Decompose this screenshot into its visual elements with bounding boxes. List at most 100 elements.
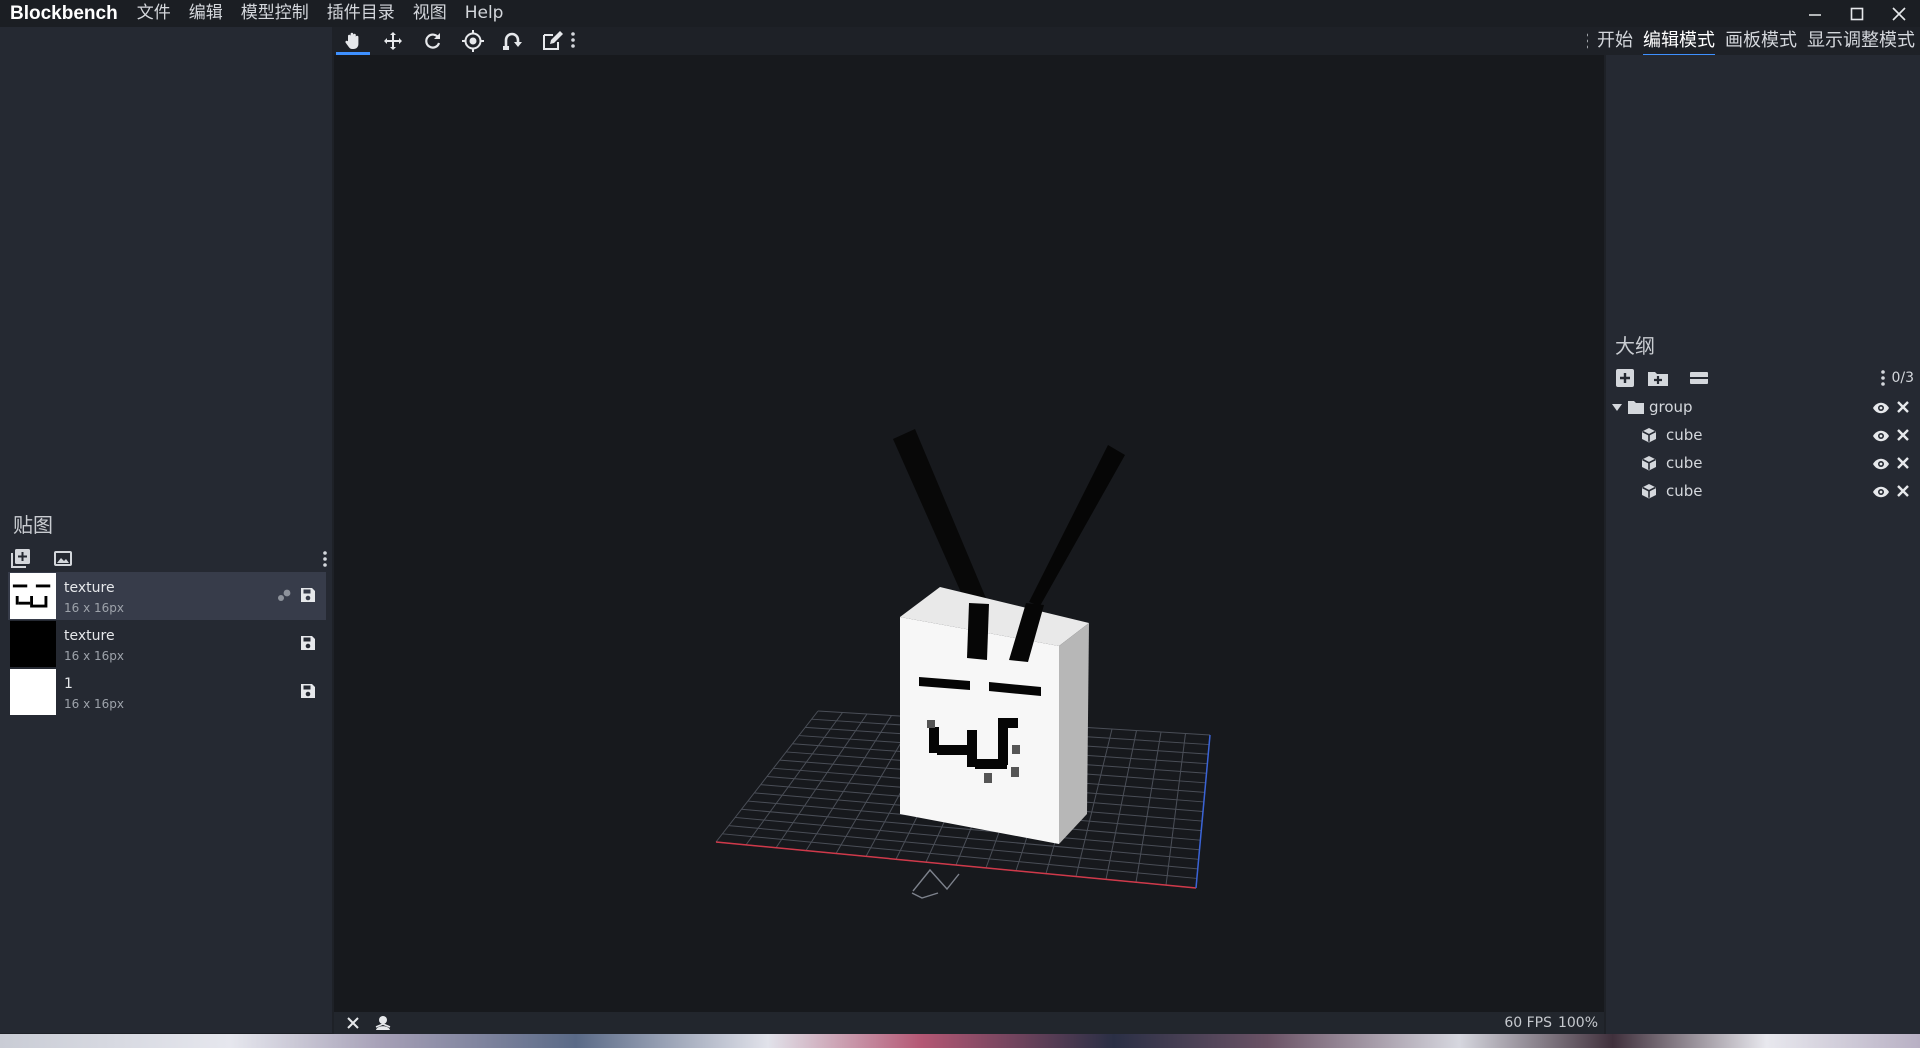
add-cube-icon[interactable] [1614,367,1636,389]
selection-count: 0/3 [1891,370,1914,386]
status-bar: 60 FPS 100% [334,1012,1604,1034]
tab-display-mode[interactable]: 显示调整模式 [1802,28,1920,54]
maximize-icon [1850,7,1864,20]
3d-viewport[interactable] [334,55,1604,1012]
texture-list: texture 16 x 16px texture 16 x 16px 1 16… [8,572,326,716]
vertex-snap-tool[interactable] [496,29,530,53]
cube-label: cube [1666,454,1703,472]
north-marker-base [911,892,939,899]
cube-label: cube [1666,482,1703,500]
texture-item[interactable]: 1 16 x 16px [8,668,326,716]
rotate-tool[interactable] [416,29,450,53]
maximize-button[interactable] [1836,0,1878,27]
more-vertical-icon[interactable] [1880,369,1886,387]
group-label: group [1649,398,1693,416]
left-sidebar: 贴图 texture 16 x 16px texture 16 x 16px 1… [0,27,332,1033]
desktop-wallpaper-strip [0,1034,1920,1048]
north-marker [912,868,960,892]
menu-edit[interactable]: 编辑 [180,0,232,27]
outliner-title: 大纲 [1615,334,1655,358]
edit-icon [543,31,563,50]
menu-model-control[interactable]: 模型控制 [232,0,318,27]
texture-name: texture [64,580,115,596]
texture-size: 16 x 16px [64,697,124,711]
move-icon [384,32,402,50]
remove-icon[interactable] [1896,484,1910,498]
outliner-cube[interactable]: cube [1606,422,1920,450]
texture-item[interactable]: texture 16 x 16px [8,620,326,668]
scene-canvas [715,429,1211,899]
more-vertical-icon[interactable] [570,31,576,49]
outliner-cube[interactable]: cube [1606,450,1920,478]
pivot-tool[interactable] [456,29,490,53]
remove-icon[interactable] [1896,456,1910,470]
rotate-icon [425,33,441,49]
add-texture-icon[interactable] [10,547,32,569]
close-window-button[interactable] [1878,0,1920,27]
import-texture-icon[interactable] [52,547,74,569]
texture-thumbnail [10,621,56,667]
hand-icon [345,32,359,49]
cube-icon [1642,456,1656,471]
texture-item[interactable]: texture 16 x 16px [8,572,326,620]
x-axis-line [715,841,1197,889]
window-controls [1794,0,1920,27]
player-icon[interactable] [374,1014,392,1032]
cube-icon [1642,484,1656,499]
minimize-button[interactable] [1794,0,1836,27]
eye-icon[interactable] [1872,428,1890,444]
texture-name: 1 [64,676,73,692]
cube-icon [1642,428,1656,443]
save-icon[interactable] [299,634,317,652]
texture-size: 16 x 16px [64,601,124,615]
menu-help[interactable]: Help [456,0,513,27]
left-ear-cube [893,429,988,606]
grid-line [1105,730,1137,880]
texture-thumbnail [10,573,56,619]
cube-label: cube [1666,426,1703,444]
mode-selector: 开始 编辑模式 画板模式 显示调整模式 [1578,27,1920,56]
tab-start[interactable]: 开始 [1592,28,1638,54]
eye-icon[interactable] [1872,400,1890,416]
title-bar: Blockbench 文件 编辑 模型控制 插件目录 视图 Help [0,0,1920,27]
eye-icon[interactable] [1872,484,1890,500]
textures-toolbar [10,547,332,571]
right-sidebar: 大纲 0/3 group cube cube cube [1606,55,1920,1034]
edit-tool[interactable] [536,29,570,53]
menu-view[interactable]: 视图 [404,0,456,27]
menu-file[interactable]: 文件 [128,0,180,27]
texture-thumbnail [10,669,56,715]
minimize-icon [1809,13,1821,16]
left-ear-base [967,603,989,660]
menu-plugins[interactable]: 插件目录 [318,0,404,27]
app-name: Blockbench [10,2,118,24]
remove-icon[interactable] [1896,400,1910,414]
move-tool[interactable] [376,29,410,53]
texture-size: 16 x 16px [64,649,124,663]
chevron-down-icon[interactable] [1611,403,1623,413]
eye-icon[interactable] [1872,456,1890,472]
save-icon[interactable] [299,682,317,700]
more-vertical-icon[interactable] [1578,32,1592,50]
head-side-face [1059,623,1089,844]
tool-bar [334,27,1604,55]
outliner-cube[interactable]: cube [1606,478,1920,506]
add-group-icon[interactable] [1647,367,1669,389]
remove-icon[interactable] [1896,428,1910,442]
right-ear-cube [1029,445,1125,606]
grid-line [1165,733,1186,886]
particle-icon[interactable] [275,587,293,605]
save-icon[interactable] [299,586,317,604]
fps-counter: 60 FPS [1504,1015,1552,1031]
folder-icon [1628,401,1644,414]
tab-edit-mode[interactable]: 编辑模式 [1638,28,1720,56]
tab-paint-mode[interactable]: 画板模式 [1720,28,1802,54]
close-icon [1892,6,1906,21]
collapse-all-icon[interactable] [1688,367,1710,389]
textures-panel-title: 贴图 [13,513,53,537]
move-view-tool[interactable] [336,29,370,55]
more-vertical-icon[interactable] [322,550,328,568]
outliner-toolbar: 0/3 [1606,366,1920,390]
outliner-group[interactable]: group [1606,394,1920,422]
close-icon[interactable] [344,1014,362,1032]
